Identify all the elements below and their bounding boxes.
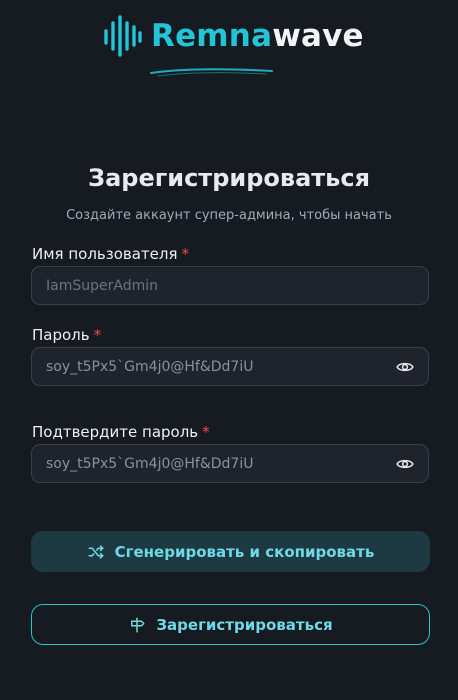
required-asterisk: * xyxy=(93,326,102,344)
brand-name-part2: wave xyxy=(272,18,364,54)
register-button[interactable]: Зарегистрироваться xyxy=(31,604,430,645)
username-label: Имя пользователя * xyxy=(32,244,189,264)
page-subtitle: Создайте аккаунт супер-админа, чтобы нач… xyxy=(66,208,392,223)
required-asterisk: * xyxy=(181,245,190,263)
shuffle-icon xyxy=(88,544,104,559)
eye-icon[interactable] xyxy=(396,358,414,376)
register-label: Зарегистрироваться xyxy=(156,615,333,634)
username-placeholder: IamSuperAdmin xyxy=(46,277,158,294)
password-label-text: Пароль xyxy=(32,326,90,344)
required-asterisk: * xyxy=(202,423,210,441)
brand-name-part1: Remna xyxy=(151,18,273,54)
signpost-icon xyxy=(131,617,145,632)
generate-copy-button[interactable]: Сгенерировать и скопировать xyxy=(31,531,430,572)
password-label: Пароль * xyxy=(32,325,101,345)
confirm-password-input[interactable]: soy_t5Px5`Gm4j0@Hf&Dd7iU xyxy=(31,444,429,483)
page-title: Зарегистрироваться xyxy=(88,164,370,192)
brand-underline xyxy=(150,68,273,77)
brand-name: Remnawave xyxy=(151,14,364,58)
confirm-password-value: soy_t5Px5`Gm4j0@Hf&Dd7iU xyxy=(46,455,254,472)
confirm-password-label: Подтвердите пароль * xyxy=(32,422,210,442)
soundwave-icon xyxy=(104,15,142,57)
password-input[interactable]: soy_t5Px5`Gm4j0@Hf&Dd7iU xyxy=(31,347,429,386)
confirm-password-label-text: Подтвердите пароль xyxy=(32,423,199,441)
password-value: soy_t5Px5`Gm4j0@Hf&Dd7iU xyxy=(46,358,254,375)
register-page: Remnawave Зарегистрироваться Создайте ак… xyxy=(0,0,458,700)
generate-copy-label: Сгенерировать и скопировать xyxy=(114,542,375,561)
username-label-text: Имя пользователя xyxy=(32,245,178,263)
brand-logo: Remnawave xyxy=(0,14,458,84)
eye-icon[interactable] xyxy=(396,455,414,473)
username-input[interactable]: IamSuperAdmin xyxy=(31,266,429,305)
